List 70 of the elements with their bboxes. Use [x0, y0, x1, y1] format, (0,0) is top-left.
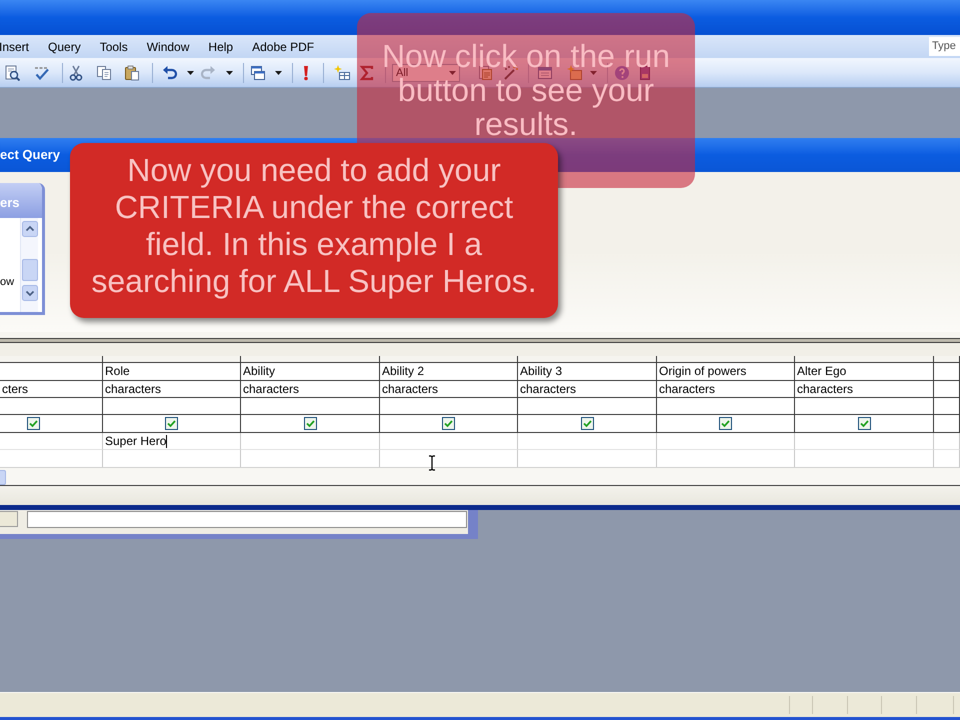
field-name-cell[interactable]: Role: [103, 363, 241, 381]
column-selector[interactable]: [934, 356, 960, 363]
field-name-cell[interactable]: Alter Ego: [795, 363, 934, 381]
scroll-up-icon[interactable]: [22, 221, 38, 237]
field-name-cell[interactable]: Ability 3: [518, 363, 657, 381]
grid-cell[interactable]: [657, 398, 795, 415]
menu-item[interactable]: Query: [48, 38, 81, 54]
spelling-check-icon[interactable]: [34, 64, 50, 80]
show-checkbox[interactable]: [580, 417, 594, 430]
caret-icon[interactable]: [187, 70, 194, 74]
show-checkbox[interactable]: [304, 417, 316, 430]
menu-item[interactable]: Window: [146, 38, 190, 54]
caret-icon[interactable]: [226, 70, 233, 74]
show-checkbox[interactable]: [719, 417, 732, 430]
grid-cell[interactable]: [934, 415, 960, 433]
show-checkbox[interactable]: [442, 417, 455, 430]
grid-cell[interactable]: [103, 398, 241, 415]
scrollbar-thumb[interactable]: [22, 259, 38, 281]
column-selector[interactable]: [0, 356, 103, 363]
field-name-cell[interactable]: Origin of powers: [657, 363, 795, 381]
callout-tooltip: Now you need to add your CRITERIA under the correct field. In this example I a searching for ALL Super Heros.: [70, 143, 558, 318]
windows-icon[interactable]: [250, 64, 266, 80]
grid-cell[interactable]: [934, 398, 960, 415]
table-name-cell[interactable]: characters: [657, 381, 795, 398]
caret-icon[interactable]: [275, 70, 282, 74]
help-search-field[interactable]: Type: [929, 37, 960, 56]
list-item[interactable]: ow: [0, 276, 20, 289]
menu-item[interactable]: Insert: [0, 38, 30, 54]
show-checkbox[interactable]: [27, 417, 40, 430]
menu-item[interactable]: Adobe PDF: [252, 38, 314, 54]
show-checkbox[interactable]: [858, 417, 870, 430]
table-name-cell[interactable]: characters: [241, 381, 380, 398]
menu-item[interactable]: Help: [208, 38, 234, 54]
show-checkbox[interactable]: [165, 417, 178, 430]
column-selector[interactable]: [241, 356, 380, 363]
menu-item[interactable]: Tools: [100, 38, 128, 54]
criteria-field[interactable]: Super Hero: [103, 433, 241, 450]
table-name-cell[interactable]: characters: [518, 381, 657, 398]
input-field[interactable]: [27, 511, 467, 528]
grid-cell[interactable]: [241, 398, 380, 415]
column-selector[interactable]: [795, 356, 934, 363]
dropdown-value: All: [396, 66, 408, 78]
grid-cell[interactable]: [0, 363, 103, 381]
field-name-cell[interactable]: Ability 2: [380, 363, 518, 381]
grid-cell[interactable]: [934, 381, 960, 398]
grid-cell[interactable]: [518, 398, 657, 415]
table-name-cell[interactable]: characters: [380, 381, 518, 398]
table-name-cell[interactable]: characters: [103, 381, 241, 398]
table-name-cell[interactable]: cters: [0, 381, 103, 398]
clipboard-icon[interactable]: [124, 64, 140, 80]
copy-icon[interactable]: [96, 64, 112, 80]
undo-icon[interactable]: [162, 64, 178, 80]
text-cursor-icon: [428, 455, 436, 471]
table-name-cell[interactable]: characters: [795, 381, 934, 398]
scissors-icon[interactable]: [68, 64, 84, 80]
window-title: ect Query: [0, 147, 60, 163]
grid-cell[interactable]: [795, 398, 934, 415]
table-list-title: ers: [0, 194, 20, 210]
column-selector[interactable]: [103, 356, 241, 363]
grid-cell[interactable]: [934, 363, 960, 381]
column-selector[interactable]: [657, 356, 795, 363]
scrollbar-button[interactable]: [0, 470, 6, 485]
print-preview-icon[interactable]: [4, 64, 20, 80]
grid-cell[interactable]: [0, 398, 103, 415]
column-selector[interactable]: [518, 356, 657, 363]
column-selector[interactable]: [380, 356, 518, 363]
field-name-cell[interactable]: Ability: [241, 363, 380, 381]
scroll-down-icon[interactable]: [22, 285, 38, 301]
table-sparkle-icon[interactable]: [334, 64, 350, 80]
grid-cell[interactable]: [380, 398, 518, 415]
